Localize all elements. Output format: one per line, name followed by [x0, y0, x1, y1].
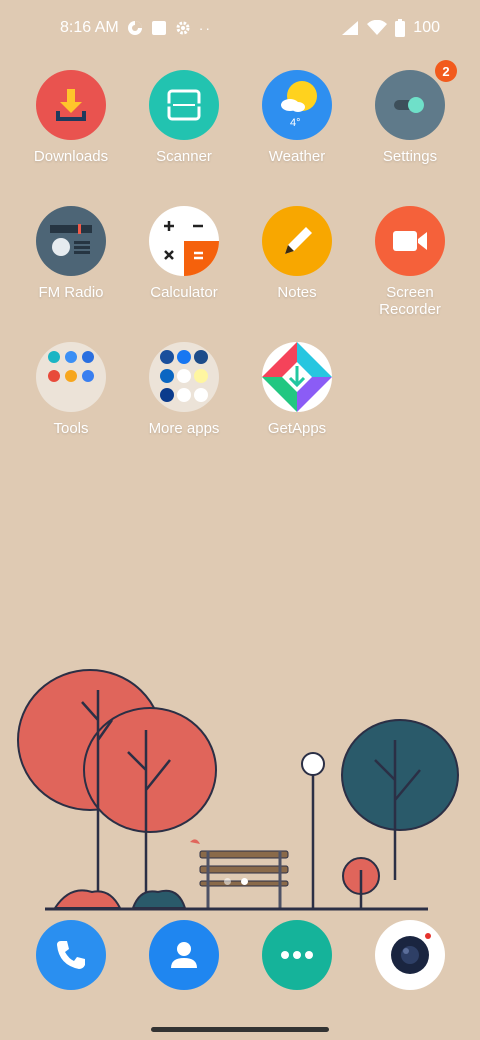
- clock: 8:16 AM: [60, 19, 119, 36]
- getapps-icon: [262, 342, 332, 412]
- app-getapps[interactable]: GetApps: [242, 342, 352, 437]
- dock-camera[interactable]: [375, 920, 445, 990]
- camera-icon: [391, 933, 431, 974]
- gesture-navigation-bar[interactable]: [151, 1027, 329, 1032]
- page-dot: [224, 878, 231, 885]
- app-label: Downloads: [33, 148, 109, 165]
- message-dots-icon: [281, 951, 313, 959]
- app-label: Tools: [53, 420, 89, 437]
- contact-icon: [171, 942, 197, 968]
- page-indicator: [224, 878, 248, 885]
- folder-tools[interactable]: Tools: [16, 342, 126, 437]
- phone-icon: [57, 941, 85, 969]
- app-label: Screen Recorder: [379, 284, 441, 318]
- toggle-icon: [375, 70, 445, 140]
- app-label: Scanner: [156, 148, 212, 165]
- dock-phone[interactable]: [36, 920, 106, 990]
- square-notification-icon: [151, 21, 166, 35]
- app-label: Calculator: [150, 284, 218, 301]
- calculator-icon: [149, 206, 219, 276]
- notification-badge: 2: [435, 60, 457, 82]
- gear-icon: [176, 21, 190, 35]
- app-calculator[interactable]: Calculator: [129, 206, 239, 301]
- folder-icon: [36, 342, 106, 412]
- status-bar: 8:16 AM ·· 100: [0, 0, 480, 56]
- video-camera-icon: [375, 206, 445, 276]
- app-fm-radio[interactable]: FM Radio: [16, 206, 126, 301]
- battery-icon: [395, 19, 406, 37]
- app-label: FM Radio: [38, 284, 104, 301]
- dock-messages[interactable]: [262, 920, 332, 990]
- wallpaper-illustration: [17, 669, 459, 911]
- download-icon: [36, 70, 106, 140]
- pencil-icon: [262, 206, 332, 276]
- app-label: Settings: [382, 148, 438, 165]
- battery-level: 100: [413, 19, 440, 36]
- wifi-icon: [367, 20, 388, 35]
- app-notes[interactable]: Notes: [242, 206, 352, 301]
- app-label: GetApps: [267, 420, 327, 437]
- app-screen-recorder[interactable]: Screen Recorder: [355, 206, 465, 318]
- folder-more-apps[interactable]: More apps: [129, 342, 239, 437]
- data-saver-icon: [127, 21, 142, 35]
- folder-icon: [149, 342, 219, 412]
- more-notifications-icon: ··: [198, 20, 213, 36]
- app-label: More apps: [148, 420, 220, 437]
- app-label: Notes: [277, 284, 317, 301]
- weather-icon: 4°: [262, 70, 332, 140]
- app-downloads[interactable]: Downloads: [16, 70, 126, 165]
- page-dot-active: [241, 878, 248, 885]
- app-settings[interactable]: 2 Settings: [355, 60, 465, 165]
- app-label: Weather: [268, 148, 326, 165]
- dock-contacts[interactable]: [149, 920, 219, 990]
- signal-icon: [342, 21, 359, 35]
- app-weather[interactable]: 4° Weather: [242, 70, 352, 165]
- radio-icon: [36, 206, 106, 276]
- app-scanner[interactable]: Scanner: [129, 70, 239, 165]
- scanner-icon: [149, 70, 219, 140]
- weather-temp: 4°: [290, 117, 301, 129]
